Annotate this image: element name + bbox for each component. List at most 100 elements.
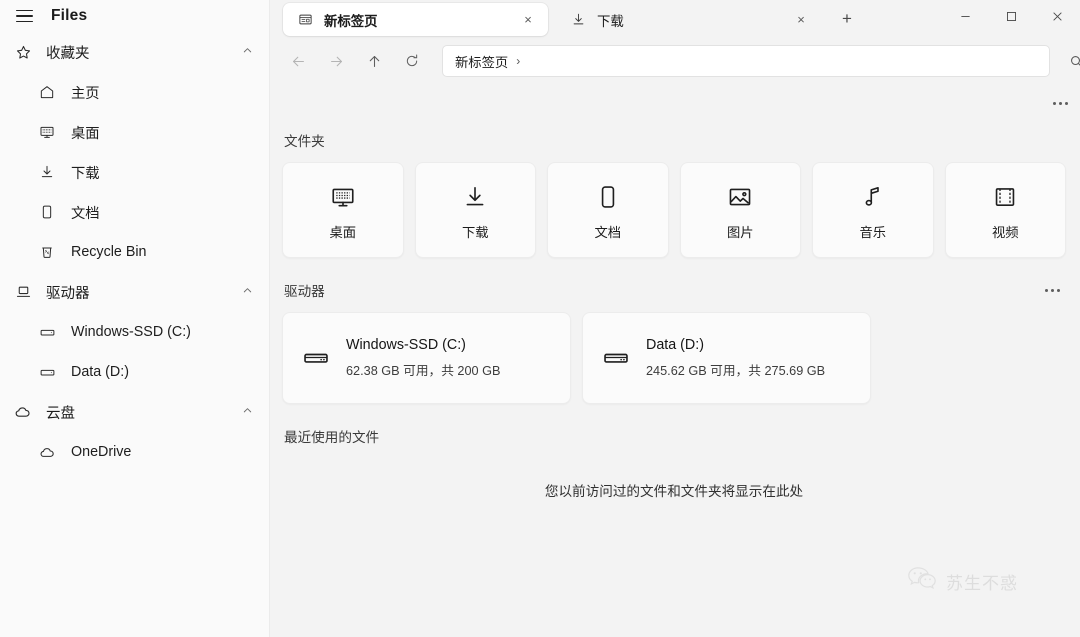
folder-card-label: 图片 [726,224,754,240]
back-button[interactable] [282,45,314,77]
close-icon[interactable]: × [516,8,540,32]
download-icon [570,11,587,28]
recent-section-title: 最近使用的文件 [284,430,380,445]
chevron-up-icon[interactable] [242,43,253,61]
sidebar: Files 收藏夹 主页 桌面 下载 文档 Recycle Bin 驱动器 Wi… [0,0,270,637]
drive-card-meta: Windows-SSD (C:) 62.38 GB 可用，共 200 GB [346,337,500,379]
drive-card-name: Windows-SSD (C:) [346,337,466,353]
folder-card-pictures[interactable]: 图片 [679,162,801,258]
star-icon [11,44,35,61]
download-icon [462,180,488,214]
sidebar-group-label: 驱动器 [46,285,90,302]
files-app-window: Files 收藏夹 主页 桌面 下载 文档 Recycle Bin 驱动器 Wi… [0,0,1080,637]
folder-card-desktop[interactable]: 桌面 [282,162,404,258]
recent-empty-message: 您以前访问过的文件和文件夹将显示在此处 [544,484,804,499]
desktop-icon [36,124,58,140]
refresh-icon[interactable] [396,45,428,77]
tab-label: 新标签页 [324,13,378,29]
chevron-up-icon[interactable] [242,283,253,301]
folder-card-label: 音乐 [859,224,887,240]
sidebar-item-home[interactable]: 主页 [0,72,269,112]
folders-grid: 桌面 下载 文档 图片 音乐 视频 [282,162,1066,258]
drive-card-name: Data (D:) [646,337,704,353]
drives-section-title: 驱动器 [284,284,325,299]
sidebar-item-label: 下载 [71,165,100,182]
drives-grid: Windows-SSD (C:) 62.38 GB 可用，共 200 GB Da… [282,312,1066,404]
tab-new-tab-page[interactable]: 新标签页 × [283,3,548,36]
sidebar-item-drive-d[interactable]: Data (D:) [0,352,269,392]
drive-card-meta: Data (D:) 245.62 GB 可用，共 275.69 GB [646,337,825,379]
wechat-icon [907,566,937,597]
pictures-icon [727,180,753,214]
search-icon[interactable] [1060,45,1080,77]
address-bar[interactable]: 新标签页 › [442,45,1050,77]
window-controls [942,0,1080,32]
chevron-right-icon: › [516,54,521,68]
sidebar-item-desktop[interactable]: 桌面 [0,112,269,152]
new-tab-button[interactable]: + [833,5,861,33]
desktop-icon [330,180,356,214]
forward-button[interactable] [320,45,352,77]
breadcrumb[interactable]: 新标签页 [455,52,508,71]
folder-card-label: 下载 [461,224,489,240]
sidebar-item-drive-c[interactable]: Windows-SSD (C:) [0,312,269,352]
content-pane: 文件夹 桌面 下载 文档 图片 音乐 视频 驱动器 Windows-SSD (C… [270,120,1080,637]
sidebar-item-label: 桌面 [71,125,100,142]
minimize-button[interactable] [942,0,988,32]
music-icon [860,180,886,214]
sidebar-group-cloud: 云盘 OneDrive [0,392,269,472]
toolbar-overflow-button[interactable] [1046,92,1074,114]
recycle-bin-icon [36,244,58,260]
sidebar-header: Files [0,0,269,32]
drive-card-detail: 245.62 GB 可用，共 275.69 GB [646,364,826,378]
close-icon[interactable]: × [789,8,813,32]
document-icon [595,180,621,214]
tab-label: 下载 [597,13,624,29]
home-icon [36,84,58,100]
sidebar-item-label: OneDrive [71,444,132,460]
document-icon [36,204,58,220]
folder-card-music[interactable]: 音乐 [812,162,934,258]
drive-card-detail: 62.38 GB 可用，共 200 GB [346,364,501,378]
maximize-button[interactable] [988,0,1034,32]
sidebar-group-label: 云盘 [46,405,75,422]
watermark-text: 苏生不惑 [946,574,1018,593]
folder-card-documents[interactable]: 文档 [547,162,669,258]
app-title: Files [51,7,88,24]
drive-card-data-d[interactable]: Data (D:) 245.62 GB 可用，共 275.69 GB [582,312,871,404]
drives-overflow-button[interactable] [1045,288,1060,292]
drive-card-windows-ssd-c[interactable]: Windows-SSD (C:) 62.38 GB 可用，共 200 GB [282,312,571,404]
video-icon [992,180,1018,214]
folder-card-videos[interactable]: 视频 [944,162,1066,258]
hamburger-icon[interactable] [11,3,37,29]
drive-icon [299,344,333,372]
tab-strip: 新标签页 × 下载 × + [270,0,1080,38]
close-button[interactable] [1034,0,1080,32]
sidebar-group-label: 收藏夹 [46,45,90,62]
sidebar-group-header-drives[interactable]: 驱动器 [0,272,269,312]
sidebar-group-header-favorites[interactable]: 收藏夹 [0,32,269,72]
sidebar-item-downloads[interactable]: 下载 [0,152,269,192]
folders-section-title: 文件夹 [284,134,325,149]
navigation-bar: 新标签页 › [270,38,1080,84]
drives-icon [11,284,35,301]
sidebar-item-onedrive[interactable]: OneDrive [0,432,269,472]
sidebar-group-header-cloud[interactable]: 云盘 [0,392,269,432]
new-tab-page-icon [297,11,314,28]
main-area: 新标签页 × 下载 × + 新标签页 › 文件夹 桌面 下载 文档 图片 音乐 … [270,0,1080,637]
drive-icon [36,364,58,381]
up-button[interactable] [358,45,390,77]
folder-card-downloads[interactable]: 下载 [414,162,536,258]
cloud-icon [36,444,58,461]
cloud-icon [11,403,35,421]
drives-section-header: 驱动器 [282,280,1066,300]
sidebar-item-label: 文档 [71,205,100,222]
sidebar-item-label: Recycle Bin [71,244,147,260]
sidebar-item-recycle-bin[interactable]: Recycle Bin [0,232,269,272]
sidebar-item-documents[interactable]: 文档 [0,192,269,232]
sidebar-item-label: Windows-SSD (C:) [71,324,191,340]
folder-card-label: 视频 [991,224,1019,240]
tab-downloads[interactable]: 下载 × [556,3,821,36]
chevron-up-icon[interactable] [242,403,253,421]
sidebar-group-favorites: 收藏夹 主页 桌面 下载 文档 Recycle Bin [0,32,269,272]
